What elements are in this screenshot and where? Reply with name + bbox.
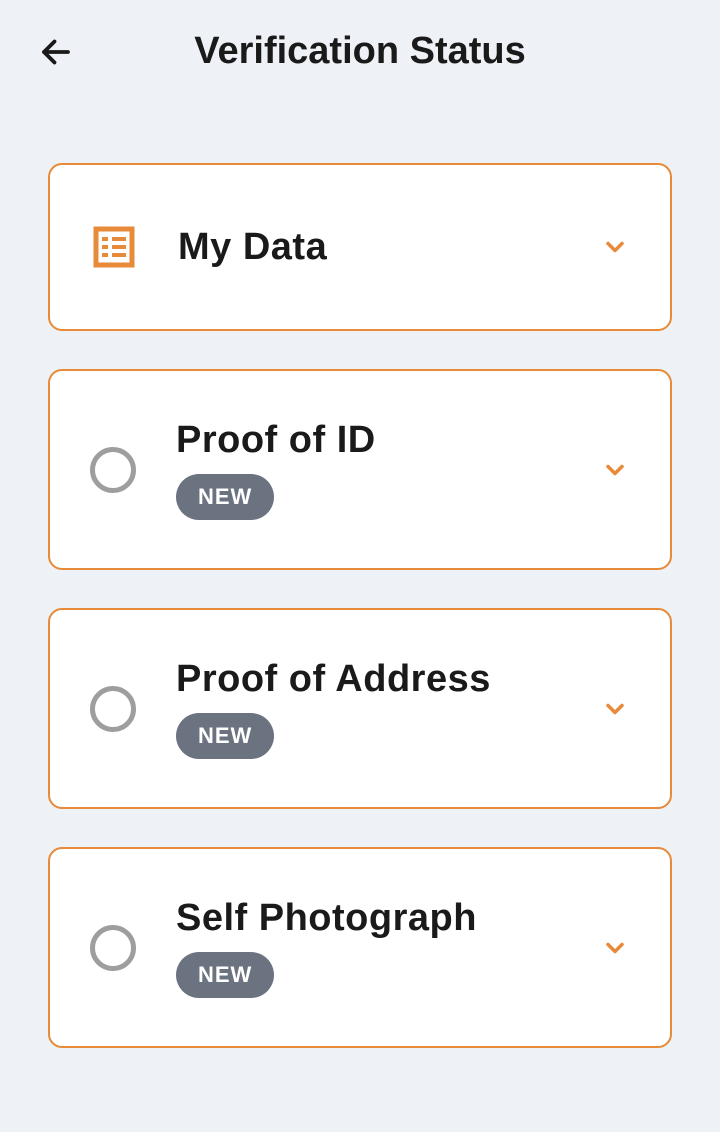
header: Verification Status (0, 0, 720, 103)
card-title: Proof of Address (176, 658, 600, 701)
status-badge: NEW (176, 713, 274, 759)
chevron-down-icon (600, 694, 630, 724)
status-circle-icon (90, 686, 136, 732)
card-body: Proof of Address NEW (176, 658, 600, 759)
status-badge: NEW (176, 474, 274, 520)
status-circle-icon (90, 447, 136, 493)
chevron-down-icon (600, 232, 630, 262)
card-title: Self Photograph (176, 897, 600, 940)
card-body: Self Photograph NEW (176, 897, 600, 998)
status-badge: NEW (176, 952, 274, 998)
card-body: Proof of ID NEW (176, 419, 600, 520)
chevron-down-icon (600, 933, 630, 963)
back-button[interactable] (36, 32, 76, 72)
page-title: Verification Status (36, 30, 684, 73)
card-body: My Data (178, 226, 600, 269)
card-proof-of-address[interactable]: Proof of Address NEW (48, 608, 672, 809)
status-circle-icon (90, 925, 136, 971)
card-title: My Data (178, 226, 600, 269)
card-self-photograph[interactable]: Self Photograph NEW (48, 847, 672, 1048)
card-proof-of-id[interactable]: Proof of ID NEW (48, 369, 672, 570)
list-icon (90, 223, 138, 271)
card-title: Proof of ID (176, 419, 600, 462)
chevron-down-icon (600, 455, 630, 485)
card-my-data[interactable]: My Data (48, 163, 672, 331)
arrow-left-icon (38, 34, 74, 70)
content: My Data Proof of ID NEW Proof of Address… (0, 103, 720, 1048)
